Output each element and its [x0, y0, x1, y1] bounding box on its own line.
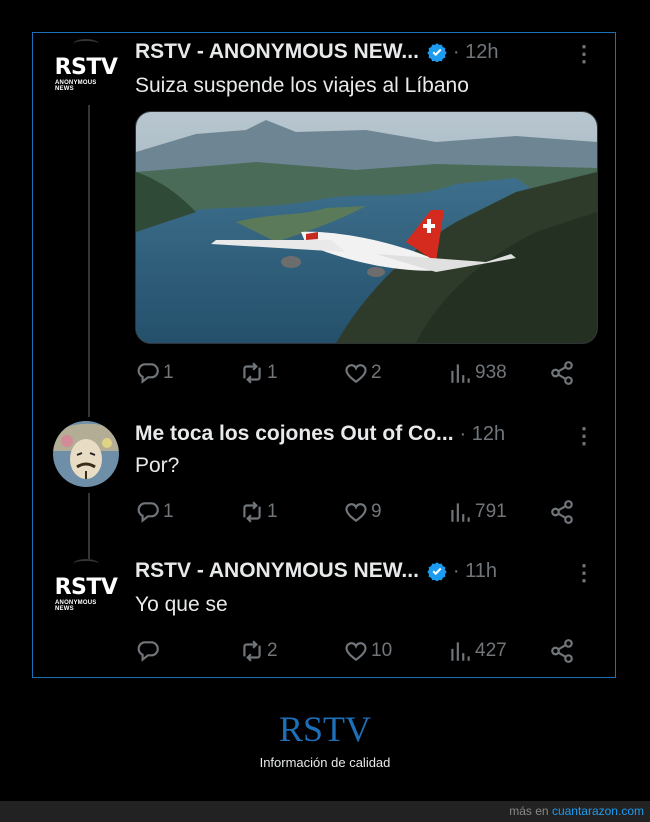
credit-bar: más en cuantarazon.com	[0, 801, 650, 822]
tweet-text: Yo que se	[135, 593, 228, 616]
horn-decoration	[73, 559, 99, 569]
views-count: 427	[475, 640, 507, 661]
mask-avatar-image	[53, 421, 119, 487]
like-count: 2	[371, 362, 382, 383]
horn-decoration	[73, 39, 99, 49]
credit-prefix: más en	[509, 804, 549, 818]
tweet-header: RSTV - ANONYMOUS NEW... · 12h	[135, 40, 499, 64]
author-name[interactable]: RSTV - ANONYMOUS NEW...	[135, 559, 419, 583]
heart-icon	[345, 642, 367, 661]
views-button[interactable]: 427	[447, 638, 507, 664]
retweet-count: 1	[267, 501, 278, 522]
reply-icon	[137, 502, 159, 523]
verified-badge-icon	[427, 43, 447, 62]
more-options-icon[interactable]: ⋮	[573, 562, 595, 588]
credit-text: más en cuantarazon.com	[509, 804, 644, 818]
retweet-icon	[243, 362, 261, 384]
footer-subtitle: Información de calidad	[259, 755, 391, 770]
like-button[interactable]: 10	[343, 638, 392, 664]
footer-title: RSTV	[278, 709, 372, 749]
heart-icon	[345, 503, 367, 522]
author-name[interactable]: Me toca los cojones Out of Co...	[135, 422, 454, 446]
reply-button[interactable]	[135, 638, 163, 664]
thread-line	[88, 493, 90, 559]
reply-button[interactable]: 1	[135, 499, 174, 525]
credit-link[interactable]: cuantarazon.com	[552, 804, 644, 818]
tweet-header: Me toca los cojones Out of Co... · 12h	[135, 422, 505, 446]
reply-button[interactable]: 1	[135, 360, 174, 386]
reply-count: 1	[163, 362, 174, 383]
views-count: 791	[475, 501, 507, 522]
thread-line	[88, 105, 90, 417]
views-chart-icon	[451, 364, 470, 383]
share-icon	[551, 361, 573, 385]
retweet-count: 1	[267, 362, 278, 383]
views-chart-icon	[451, 642, 470, 661]
avatar[interactable]	[53, 421, 119, 487]
views-chart-icon	[451, 503, 470, 522]
tweet-time[interactable]: · 11h	[453, 560, 497, 583]
views-button[interactable]: 791	[447, 499, 507, 525]
heart-icon	[345, 364, 367, 383]
views-count: 938	[475, 362, 507, 383]
avatar-logo-text: RSTV	[54, 574, 118, 600]
tweet-actions: 2 10 427	[135, 638, 595, 668]
tweet-time[interactable]: · 12h	[460, 423, 506, 446]
avatar-logo-text: RSTV	[54, 54, 118, 80]
tweet-actions: 1 1 9 791	[135, 499, 595, 529]
tweet-thread-card: RSTV ANONYMOUS NEWS RSTV - ANONYMOUS NEW…	[32, 32, 616, 678]
avatar[interactable]: RSTV ANONYMOUS NEWS	[54, 559, 118, 625]
tweet-time[interactable]: · 12h	[453, 41, 499, 64]
airplane-over-lake-image	[136, 112, 597, 343]
like-count: 9	[371, 501, 382, 522]
avatar[interactable]: RSTV ANONYMOUS NEWS	[54, 39, 118, 105]
verified-badge-icon	[427, 562, 447, 581]
retweet-button[interactable]: 2	[239, 638, 278, 664]
like-count: 10	[371, 640, 393, 661]
avatar-logo-subtext: ANONYMOUS NEWS	[55, 79, 97, 92]
reply-icon	[137, 363, 159, 384]
share-icon	[551, 500, 573, 524]
tweet-text: Suiza suspende los viajes al Líbano	[135, 74, 469, 97]
share-button[interactable]	[549, 638, 575, 664]
views-button[interactable]: 938	[447, 360, 507, 386]
avatar-logo-subtext: ANONYMOUS NEWS	[55, 599, 97, 612]
tweet-text: Por?	[135, 454, 180, 477]
tweet-image[interactable]	[135, 111, 598, 344]
reply-count: 1	[163, 501, 174, 522]
tweet-actions: 1 1 2 938	[135, 360, 595, 390]
retweet-button[interactable]: 1	[239, 499, 278, 525]
tweet-header: RSTV - ANONYMOUS NEW... · 11h	[135, 559, 497, 583]
reply-icon	[137, 641, 159, 662]
share-icon	[551, 639, 573, 663]
more-options-icon[interactable]: ⋮	[573, 43, 595, 69]
retweet-icon	[243, 501, 261, 523]
retweet-count: 2	[267, 640, 278, 661]
author-name[interactable]: RSTV - ANONYMOUS NEW...	[135, 40, 419, 64]
share-button[interactable]	[549, 499, 575, 525]
share-button[interactable]	[549, 360, 575, 386]
retweet-icon	[243, 640, 261, 662]
more-options-icon[interactable]: ⋮	[573, 425, 595, 451]
retweet-button[interactable]: 1	[239, 360, 278, 386]
like-button[interactable]: 9	[343, 499, 382, 525]
like-button[interactable]: 2	[343, 360, 382, 386]
